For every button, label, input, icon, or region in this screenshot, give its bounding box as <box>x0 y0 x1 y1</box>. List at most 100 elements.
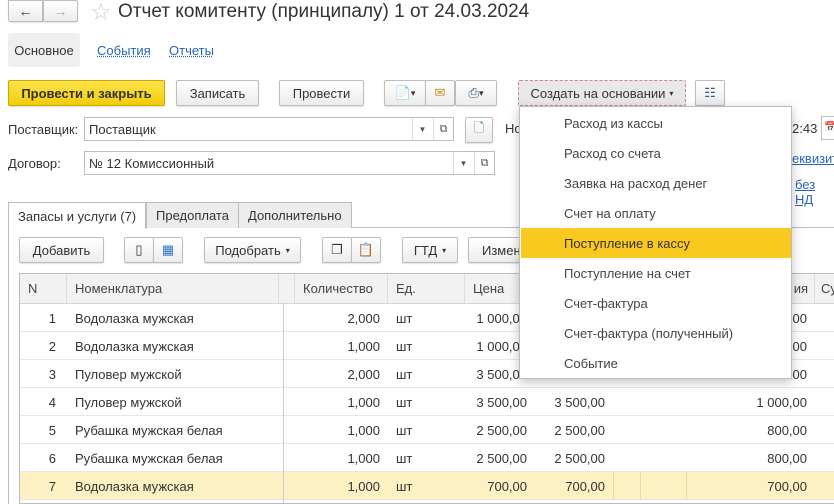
gtd-button[interactable]: ГТД ▾ <box>402 237 458 263</box>
column-sum-partial[interactable]: Су <box>815 274 834 304</box>
row-quantity: 1,000 <box>347 450 380 466</box>
save-button[interactable]: Записать <box>176 80 259 106</box>
dropdown-arrow-icon[interactable]: ▼ <box>453 152 473 174</box>
structure-button[interactable]: ☷ <box>695 80 725 106</box>
menu-item-account-expense[interactable]: Расход со счета <box>521 138 791 168</box>
vat-link[interactable]: без НД <box>795 177 834 207</box>
open-icon[interactable]: ⧉ <box>433 118 453 140</box>
document-icon: 📄 <box>394 85 411 100</box>
pick-label: Подобрать <box>215 242 281 258</box>
email-button[interactable]: ✉ <box>425 80 455 106</box>
menu-item-event[interactable]: Событие <box>521 348 791 378</box>
menu-item-payment-request[interactable]: Заявка на расход денег <box>521 168 791 198</box>
row-price: 3 500,00 <box>476 366 527 382</box>
tab-reports[interactable]: Отчеты <box>169 43 214 58</box>
post-button[interactable]: Провести <box>279 80 364 106</box>
cell-divider <box>686 472 687 500</box>
calendar-button[interactable]: 📅 <box>821 116 834 140</box>
row-nomenclature: Рубашка мужская белая <box>75 422 223 438</box>
tab-prepayment[interactable]: Предоплата <box>146 202 239 228</box>
row-quantity: 1,000 <box>347 422 380 438</box>
pick-button[interactable]: Подобрать ▾ <box>204 237 301 263</box>
menu-item-cash-expense[interactable]: Расход из кассы <box>521 108 791 138</box>
row-nomenclature: Пуловер мужской <box>75 394 182 410</box>
row-number: 3 <box>48 366 56 382</box>
row-amount: 800,00 <box>767 422 807 438</box>
table-row[interactable]: 4 Пуловер мужской 1,000 шт 3 500,00 3 500,00 1… <box>20 388 834 416</box>
contract-field[interactable]: № 12 Комиссионный ▼ ⧉ <box>84 151 495 175</box>
paste-button[interactable]: 📋 <box>351 237 381 263</box>
menu-item-account-receipt[interactable]: Поступление на счет <box>521 258 791 288</box>
column-nomenclature[interactable]: Номенклатура <box>67 274 279 304</box>
tab-goods[interactable]: Запасы и услуги (7) <box>8 202 147 229</box>
row-quantity: 1,000 <box>347 394 380 410</box>
tab-additional-label: Дополнительно <box>248 208 342 223</box>
supplier-value: Поставщик <box>89 121 156 137</box>
create-based-on-menu: Расход из кассы Расход со счета Заявка н… <box>519 106 792 379</box>
column-n[interactable]: N <box>20 274 67 304</box>
tab-events[interactable]: События <box>97 43 151 58</box>
print-button[interactable]: ⎙ ▾ <box>455 80 497 106</box>
cell-divider <box>640 472 641 500</box>
row-amount: 800,00 <box>767 450 807 466</box>
row-quantity: 2,000 <box>347 366 380 382</box>
row-amount: 1 000,00 <box>756 394 807 410</box>
star-icon[interactable]: ☆ <box>90 0 112 27</box>
chevron-down-icon: ▾ <box>442 245 447 255</box>
row-unit: шт <box>396 394 413 410</box>
frozen-divider <box>283 304 284 503</box>
menu-item-tax-invoice-received[interactable]: Счет-фактура (полученный) <box>521 318 791 348</box>
data-terminal-button[interactable]: ▦ <box>153 237 183 263</box>
column-quantity[interactable]: Количество <box>295 274 388 304</box>
tab-main[interactable]: Основное <box>8 33 80 67</box>
table-row[interactable]: 6 Рубашка мужская белая 1,000 шт 2 500,00 2 5… <box>20 444 834 472</box>
change-label: Измен <box>482 242 521 258</box>
open-icon[interactable]: ⧉ <box>474 152 494 174</box>
back-button[interactable]: ← <box>8 0 43 22</box>
forward-button[interactable]: → <box>43 0 78 22</box>
row-nomenclature: Водолазка мужская <box>75 478 194 494</box>
create-based-on-label: Создать на основании <box>530 85 666 101</box>
tab-additional[interactable]: Дополнительно <box>238 202 352 228</box>
supplier-field[interactable]: Поставщик ▼ ⧉ <box>84 117 454 141</box>
time-value: 2:43 <box>792 121 818 136</box>
requisites-link[interactable]: еквизит <box>792 151 834 166</box>
column-hidden[interactable] <box>279 274 295 304</box>
page-title: Отчет комитенту (принципалу) 1 от 24.03.… <box>118 1 530 22</box>
row-quantity: 1,000 <box>347 338 380 354</box>
row-number: 4 <box>48 394 56 410</box>
copy-button[interactable]: ❐ <box>322 237 352 263</box>
column-unit[interactable]: Ед. <box>388 274 465 304</box>
create-based-on-button[interactable]: Создать на основании ▾ <box>518 80 686 106</box>
row-number: 1 <box>48 310 56 326</box>
fill-button[interactable]: 🗋 <box>465 117 493 143</box>
row-quantity: 2,000 <box>347 310 380 326</box>
row-unit: шт <box>396 422 413 438</box>
menu-item-cash-receipt[interactable]: Поступление в кассу <box>521 228 791 258</box>
barcode-icon: ▯ <box>135 242 143 257</box>
menu-item-invoice-for-payment[interactable]: Счет на оплату <box>521 198 791 228</box>
related-docs-button[interactable]: 📄 ▾ <box>384 80 426 106</box>
row-number: 2 <box>48 338 56 354</box>
table-row[interactable]: 5 Рубашка мужская белая 1,000 шт 2 500,00 2 5… <box>20 416 834 444</box>
tab-prepayment-label: Предоплата <box>156 208 229 223</box>
tab-goods-label: Запасы и услуги (7) <box>18 208 137 224</box>
supplier-label: Поставщик: <box>8 122 79 137</box>
dropdown-arrow-icon[interactable]: ▼ <box>412 118 432 140</box>
add-button[interactable]: Добавить <box>19 237 104 263</box>
hierarchy-icon: ☷ <box>704 85 716 100</box>
paste-icon: 📋 <box>357 242 375 257</box>
tab-main-label: Основное <box>14 42 74 58</box>
row-number: 7 <box>48 478 56 494</box>
contract-label: Договор: <box>8 156 61 171</box>
row-unit: шт <box>396 478 413 494</box>
row-price: 2 500,00 <box>476 450 527 466</box>
printer-icon: ⎙ <box>468 85 479 100</box>
post-and-close-button[interactable]: Провести и закрыть <box>8 80 165 106</box>
menu-item-tax-invoice[interactable]: Счет-фактура <box>521 288 791 318</box>
chevron-down-icon: ▾ <box>669 88 674 98</box>
barcode-search-button[interactable]: ▯ <box>124 237 154 263</box>
envelope-icon: ✉ <box>434 85 446 100</box>
table-row[interactable]: 7 Водолазка мужская 1,000 шт 700,00 700,00 700… <box>20 472 834 500</box>
row-nomenclature: Водолазка мужская <box>75 338 194 354</box>
